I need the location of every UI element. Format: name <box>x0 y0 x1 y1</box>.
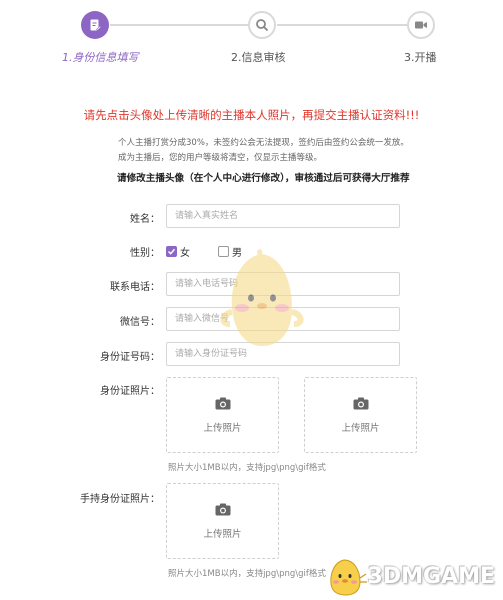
watermark-text: 3DMGAME <box>367 563 495 589</box>
stepper-connector <box>110 24 248 26</box>
step-1-label: 1.身份信息填写 <box>62 51 139 64</box>
mascot-logo-icon <box>329 559 367 596</box>
name-input[interactable] <box>166 204 400 228</box>
handheld-photo-upload[interactable]: 上传照片 <box>166 483 279 559</box>
step-2-circle <box>248 11 276 39</box>
stepper-connector <box>277 24 407 26</box>
handheld-photo-label: 手持身份证照片： <box>80 494 160 505</box>
upload-photo-label: 上传照片 <box>203 422 242 434</box>
id-photo-front-upload[interactable]: 上传照片 <box>166 377 279 453</box>
gender-female-label: 女 <box>180 248 190 259</box>
search-icon <box>256 19 269 32</box>
name-label: 姓名： <box>130 214 160 225</box>
wechat-label: 微信号： <box>120 317 160 328</box>
id-number-label: 身份证号码： <box>100 352 160 363</box>
info-line: 个人主播打赏分成30%，未签约公会无法提现，签约后由签约公会统一发放。 <box>118 138 409 148</box>
handheld-photo-hint: 照片大小1MB以内，支持jpg\png\gif格式 <box>168 569 326 579</box>
camera-icon <box>353 397 368 409</box>
step-3-circle <box>407 11 435 39</box>
upload-photo-notice: 请先点击头像处上传清晰的主播本人照片，再提交主播认证资料!!! <box>83 108 420 122</box>
id-photo-back-upload[interactable]: 上传照片 <box>304 377 417 453</box>
upload-photo-label: 上传照片 <box>341 422 380 434</box>
gender-female-option[interactable]: 女 <box>166 244 190 259</box>
camera-icon <box>215 397 230 409</box>
edit-icon <box>90 19 102 31</box>
upload-photo-label: 上传照片 <box>203 528 242 540</box>
mascot-watermark-icon <box>220 249 304 346</box>
camera-icon <box>215 503 230 515</box>
checkbox-checked-icon[interactable] <box>166 246 177 257</box>
info-line: 成为主播后，您的用户等级将清空，仅显示主播等级。 <box>118 153 323 163</box>
step-3-label: 3.开播 <box>404 51 437 64</box>
step-2-label: 2.信息审核 <box>231 51 286 64</box>
step-1-circle <box>81 11 109 39</box>
id-photo-hint: 照片大小1MB以内，支持jpg\png\gif格式 <box>168 463 326 473</box>
gender-label: 性别： <box>130 248 160 259</box>
phone-label: 联系电话： <box>110 282 160 293</box>
3dmgame-watermark: 3DMGAME <box>324 556 495 596</box>
id-photo-label: 身份证照片： <box>100 386 160 397</box>
video-camera-icon <box>415 21 427 29</box>
progress-stepper: 1.身份信息填写 2.信息审核 3.开播 <box>0 0 503 72</box>
avatar-notice: 请修改主播头像（在个人中心进行修改），审核通过后可获得大厅推荐 <box>117 173 410 184</box>
